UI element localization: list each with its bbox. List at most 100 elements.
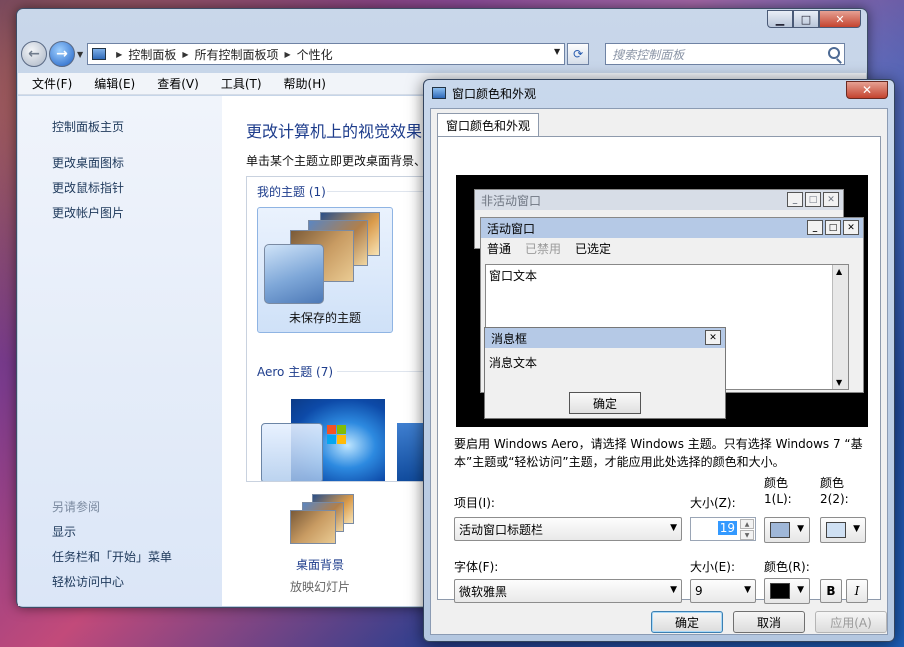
see-also-taskbar-link[interactable]: 任务栏和「开始」菜单 (52, 548, 172, 565)
dialog-body: 窗口颜色和外观 非活动窗口 _ □ ✕ 活动窗口 _ □ ✕ 普通 已禁用 已选… (430, 108, 888, 635)
my-themes-heading: 我的主题 (1) (257, 185, 326, 199)
dialog-close-button[interactable]: ✕ (846, 81, 888, 99)
breadcrumb-personalization[interactable]: 个性化 (297, 46, 333, 63)
color1-picker[interactable]: ▼ (764, 517, 810, 543)
desktop-background-sub: 放映幻灯片 (290, 580, 351, 594)
preview-scrollbar[interactable]: ▲ ▼ (832, 265, 848, 389)
item-dropdown-value: 活动窗口标题栏 (459, 522, 544, 537)
sidebar-account-picture-link[interactable]: 更改帐户图片 (52, 204, 124, 221)
close-button[interactable]: ✕ (819, 10, 861, 28)
tab-window-color[interactable]: 窗口颜色和外观 (437, 113, 540, 137)
minimize-icon: _ (807, 220, 823, 235)
unsaved-theme-tile[interactable]: 未保存的主题 (257, 207, 393, 333)
minimize-icon: _ (787, 192, 803, 207)
unsaved-theme-label: 未保存的主题 (288, 311, 361, 325)
menu-tools[interactable]: 工具(T) (207, 75, 270, 92)
search-icon[interactable] (828, 47, 841, 59)
aero-themes-heading: Aero 主题 (7) (257, 365, 334, 379)
refresh-button[interactable]: ⟳ (567, 43, 590, 65)
size1-spinner[interactable]: 19 ▲ ▼ (690, 517, 756, 541)
breadcrumb-separator[interactable]: ▶ (182, 50, 188, 59)
back-button[interactable]: ← (21, 41, 47, 67)
address-bar[interactable]: ▶ 控制面板 ▶ 所有控制面板项 ▶ 个性化 ▼ (87, 43, 566, 65)
windows-logo-icon (327, 425, 347, 445)
color2-swatch (826, 522, 846, 538)
chevron-down-icon: ▼ (853, 524, 860, 534)
preview-menu-normal[interactable]: 普通 (487, 240, 511, 257)
chevron-down-icon: ▼ (797, 524, 804, 534)
chevron-down-icon: ▼ (744, 585, 751, 595)
caption-buttons: ▁ □ ✕ (767, 10, 861, 28)
recent-pages-dropdown[interactable]: ▼ (77, 50, 83, 59)
preview-window-text: 窗口文本 (489, 269, 538, 283)
ok-button[interactable]: 确定 (651, 611, 723, 633)
preview-active-title: 活动窗口 (487, 221, 536, 236)
desktop-background-link[interactable]: 桌面背景 (296, 556, 344, 573)
apply-button[interactable]: 应用(A) (815, 611, 887, 633)
sidebar-home-link[interactable]: 控制面板主页 (52, 118, 124, 135)
aero-theme-glass-preview (261, 423, 323, 481)
preview-inactive-title: 非活动窗口 (481, 193, 542, 208)
cancel-button[interactable]: 取消 (733, 611, 805, 633)
navigation-bar: ← → ▼ ▶ 控制面板 ▶ 所有控制面板项 ▶ 个性化 ▼ ⟳ 搜索控制面板 (21, 39, 863, 69)
see-also-ease-of-access-link[interactable]: 轻松访问中心 (52, 573, 124, 590)
desktop-background-icon[interactable] (290, 494, 358, 550)
menu-file[interactable]: 文件(F) (18, 75, 80, 92)
control-panel-icon (92, 48, 107, 60)
scroll-up-icon: ▲ (836, 267, 843, 276)
window-color-icon (432, 87, 446, 99)
preview-ok-button[interactable]: 确定 (569, 392, 641, 414)
sidebar-mouse-pointers-link[interactable]: 更改鼠标指针 (52, 179, 124, 196)
close-icon: ✕ (705, 330, 721, 345)
font-color-swatch (770, 583, 790, 599)
menu-help[interactable]: 帮助(H) (270, 75, 334, 92)
spin-up-icon[interactable]: ▲ (740, 519, 754, 529)
forward-button[interactable]: → (49, 41, 75, 67)
breadcrumb-all-items[interactable]: 所有控制面板项 (194, 46, 278, 63)
font-label: 字体(F): (454, 560, 499, 574)
sidebar-desktop-icons-link[interactable]: 更改桌面图标 (52, 154, 124, 171)
page-title: 更改计算机上的视觉效果 (246, 122, 423, 141)
see-also-heading: 另请参阅 (52, 500, 101, 514)
see-also-display-link[interactable]: 显示 (52, 523, 76, 540)
bold-button[interactable]: B (820, 579, 842, 603)
chevron-down-icon: ▼ (797, 585, 804, 595)
search-input[interactable]: 搜索控制面板 (605, 43, 846, 65)
preview-msgbox-text: 消息文本 (489, 356, 538, 370)
preview-menu-disabled[interactable]: 已禁用 (525, 240, 561, 257)
address-dropdown-icon[interactable]: ▼ (554, 47, 560, 56)
menu-view[interactable]: 查看(V) (143, 75, 207, 92)
menu-edit[interactable]: 编辑(E) (80, 75, 143, 92)
font-size-value: 9 (695, 584, 703, 598)
appearance-preview[interactable]: 非活动窗口 _ □ ✕ 活动窗口 _ □ ✕ 普通 已禁用 已选定 窗口文本 ▲… (456, 175, 868, 427)
breadcrumb-separator[interactable]: ▶ (116, 50, 122, 59)
item-dropdown[interactable]: 活动窗口标题栏 ▼ (454, 517, 682, 541)
close-icon: ✕ (843, 220, 859, 235)
aero-info-text: 要启用 Windows Aero，请选择 Windows 主题。只有选择 Win… (454, 437, 863, 469)
font-dropdown[interactable]: 微软雅黑 ▼ (454, 579, 682, 603)
size2-label: 大小(E): (690, 560, 735, 574)
color2-picker[interactable]: ▼ (820, 517, 866, 543)
preview-msgbox-title: 消息框 (491, 331, 528, 346)
preview-menu-selected[interactable]: 已选定 (575, 240, 611, 257)
breadcrumb-separator[interactable]: ▶ (285, 50, 291, 59)
maximize-button[interactable]: □ (793, 10, 819, 28)
minimize-button[interactable]: ▁ (767, 10, 793, 28)
size1-value: 19 (717, 521, 737, 535)
italic-button[interactable]: I (846, 579, 868, 603)
fontcolor-label: 颜色(R): (764, 560, 810, 574)
tab-panel: 非活动窗口 _ □ ✕ 活动窗口 _ □ ✕ 普通 已禁用 已选定 窗口文本 ▲… (437, 136, 881, 604)
item-label: 项目(I): (454, 496, 495, 510)
breadcrumb-control-panel[interactable]: 控制面板 (128, 46, 176, 63)
theme-glass-preview (264, 244, 324, 304)
preview-message-box[interactable]: 消息框 ✕ 消息文本 确定 (484, 327, 726, 419)
window-color-dialog: 窗口颜色和外观 ✕ 窗口颜色和外观 非活动窗口 _□✕ 活动窗口 _□✕ (423, 79, 895, 642)
maximize-icon: □ (805, 192, 821, 207)
spin-down-icon[interactable]: ▼ (740, 530, 754, 540)
size1-label: 大小(Z): (690, 496, 736, 510)
font-color-picker[interactable]: ▼ (764, 578, 810, 604)
font-size-dropdown[interactable]: 9 ▼ (690, 579, 756, 603)
dialog-title: 窗口颜色和外观 (452, 87, 537, 101)
aero-theme-thumbnail[interactable] (397, 423, 423, 481)
maximize-icon: □ (825, 220, 841, 235)
